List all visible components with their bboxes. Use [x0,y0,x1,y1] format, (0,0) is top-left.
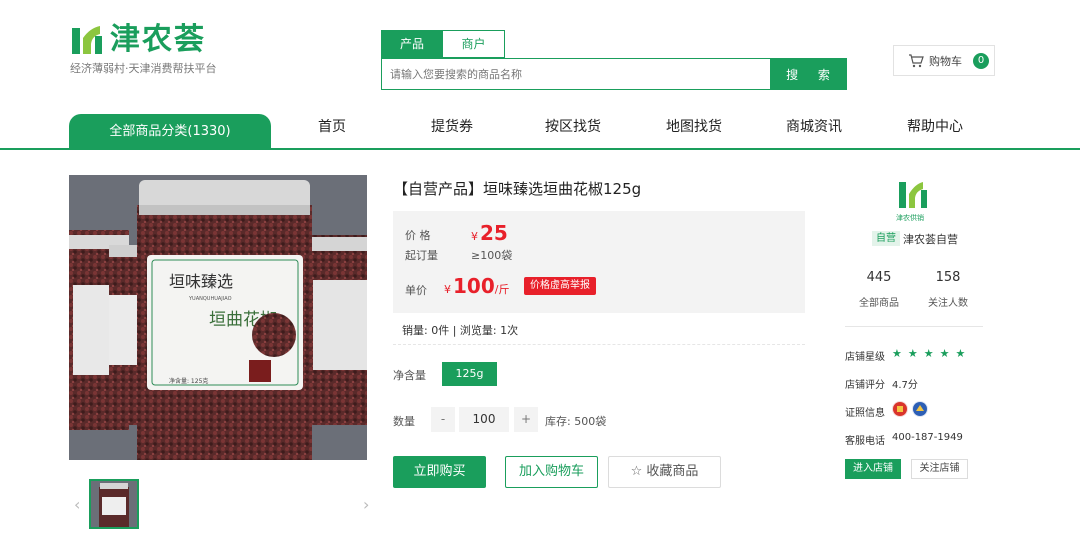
search-button[interactable]: 搜 索 [770,59,846,89]
phone-label: 客服电话 [845,436,885,447]
business-license-icon[interactable] [892,401,908,417]
main-nav: 全部商品分类(1330) 首页 提货券 按区找货 地图找货 商城资讯 帮助中心 [0,114,1080,150]
price-report-button[interactable]: 价格虚高举报 [524,277,596,295]
enter-shop-button[interactable]: 进入店铺 [845,459,901,479]
shop-name[interactable]: 津农荟自营 [903,231,958,247]
cart-count-badge: 0 [973,52,989,69]
quantity-label: 数量 [393,415,415,428]
nav-item-vouchers[interactable]: 提货券 [392,114,512,148]
shop-logo[interactable]: 津农供销 [895,180,935,222]
product-photo: 垣味臻选 YUANQUHUAJIAO 垣曲花椒 净含量: 125克 [69,175,367,460]
nav-item-by-district[interactable]: 按区找货 [513,114,633,148]
food-license-icon[interactable] [912,401,928,417]
product-main-image[interactable]: 垣味臻选 YUANQUHUAJIAO 垣曲花椒 净含量: 125克 [69,175,367,460]
total-products-label: 全部商品 [859,298,899,309]
nav-item-home[interactable]: 首页 [272,114,392,148]
nav-item-help[interactable]: 帮助中心 [875,114,995,148]
search-tabs: 产品 商户 [381,30,505,58]
product-thumbnail[interactable] [89,479,139,529]
license-label: 证照信息 [845,408,885,419]
price-value: ¥25 [471,221,508,245]
add-to-cart-button[interactable]: 加入购物车 [505,456,598,488]
shop-score-value: 4.7分 [892,380,918,391]
quantity-increase-button[interactable]: + [514,407,538,432]
tab-merchants[interactable]: 商户 [443,30,505,58]
star-outline-icon: ☆ [630,464,643,479]
jar-pinyin-text: YUANQUHUAJIAO [188,296,232,302]
nav-item-map[interactable]: 地图找货 [634,114,754,148]
product-title: 【自营产品】垣味臻选垣曲花椒125g [393,180,642,198]
all-categories-button[interactable]: 全部商品分类(1330) [69,114,271,148]
total-products-count[interactable]: 445 [849,270,909,285]
followers-label: 关注人数 [928,298,968,309]
nav-item-news[interactable]: 商城资讯 [754,114,874,148]
thumb-next-arrow-icon[interactable]: › [363,495,369,514]
quantity-input[interactable]: 100 [459,407,509,432]
price-label: 价 格 [405,229,431,242]
favorite-button[interactable]: ☆ 收藏商品 [608,456,721,488]
cart-button[interactable]: 购物车 0 [893,45,995,76]
divider [393,344,805,345]
shop-rating-stars: ★★★★★ [892,347,972,360]
site-logo[interactable]: 津农荟 经济薄弱村·天津消费帮扶平台 [70,20,240,80]
thumbnail-photo [91,481,137,527]
thumb-prev-arrow-icon[interactable]: ‹ [74,495,80,514]
search-input[interactable] [382,59,770,89]
jar-brand-text: 垣味臻选 [169,272,233,291]
search-bar: 搜 索 [381,58,847,90]
favorite-label: 收藏商品 [646,464,699,479]
divider [845,326,983,327]
shop-rating-label: 店铺星级 [845,352,885,363]
cart-label: 购物车 [929,54,962,68]
buy-now-button[interactable]: 立即购买 [393,456,486,488]
follow-shop-button[interactable]: 关注店铺 [911,459,968,479]
logo-mark-icon [72,26,102,54]
logo-slogan: 经济薄弱村·天津消费帮扶平台 [70,62,217,75]
moq-value: ≥100袋 [471,249,513,262]
tab-products[interactable]: 产品 [381,30,443,58]
cart-icon [909,53,924,67]
stock-info: 库存: 500袋 [545,415,607,428]
quantity-decrease-button[interactable]: - [431,407,455,432]
phone-value: 400-187-1949 [892,432,963,443]
shop-logo-icon: 津农供销 [896,182,927,222]
price-panel: 价 格 ¥25 起订量 ≥100袋 单价 ¥100/斤 价格虚高举报 [393,211,805,313]
followers-count: 158 [935,270,961,285]
unit-price-value: ¥100/斤 [444,274,510,298]
shop-score-label: 店铺评分 [845,380,885,391]
moq-label: 起订量 [405,249,438,262]
sales-stats: 销量: 0件 | 浏览量: 1次 [402,324,519,337]
shop-logo-caption: 津农供销 [896,213,924,222]
spec-label: 净含量 [393,369,426,382]
self-operated-badge: 自营 [872,231,900,246]
spec-option-125g[interactable]: 125g [442,362,497,386]
logo-name: 津农荟 [110,22,206,57]
jar-weight-text: 净含量: 125克 [169,377,208,385]
unit-price-label: 单价 [405,284,427,297]
